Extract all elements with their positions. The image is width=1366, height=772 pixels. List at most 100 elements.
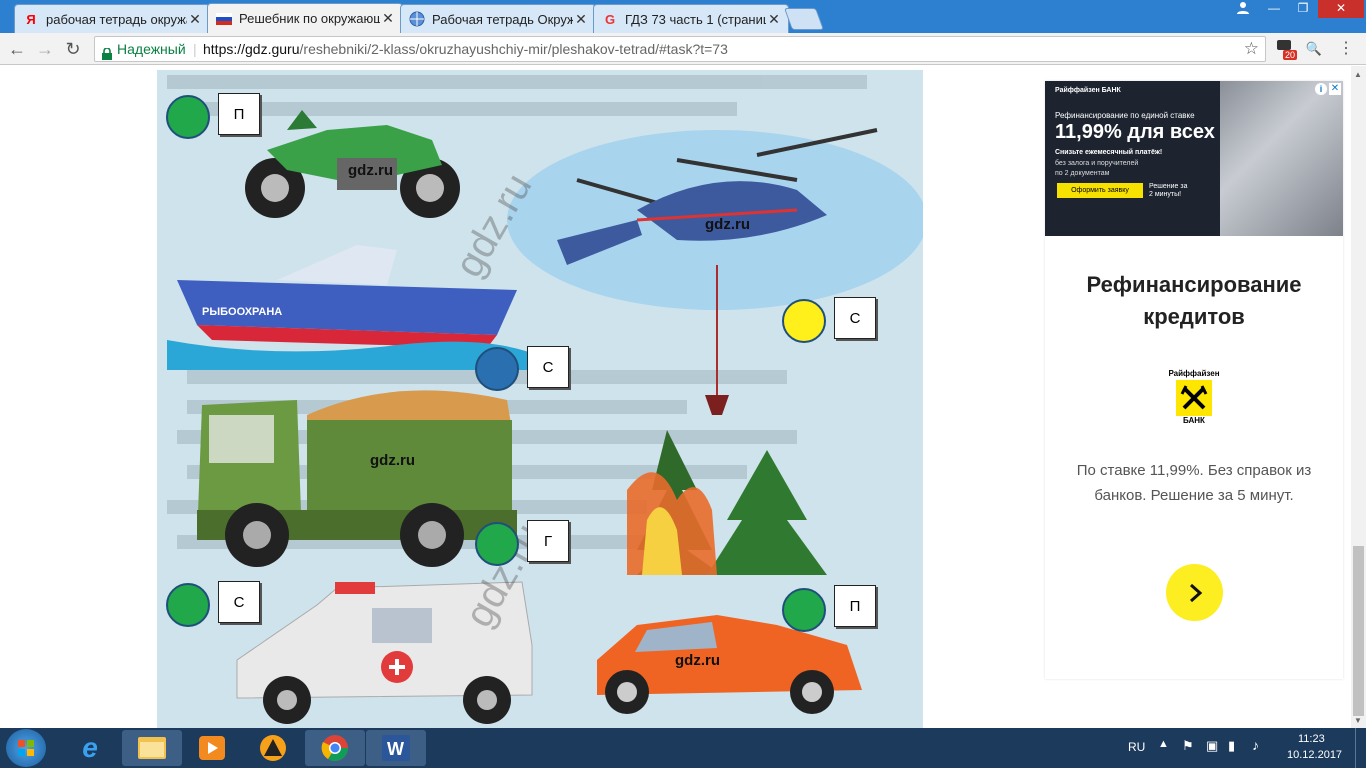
ad-description: По ставке 11,99%. Без справок из банков.… (1076, 462, 1312, 504)
lock-icon (102, 43, 112, 60)
extension-icon[interactable]: 20 (1274, 39, 1298, 60)
answer-dot-ambulance (166, 583, 210, 627)
browser-toolbar: ← → ↻ Надежный | https://gdz.guru/resheb… (0, 33, 1366, 65)
ad-next-button[interactable] (1166, 564, 1223, 621)
clock-time[interactable]: 11:23 (1298, 733, 1325, 745)
windows-start-icon[interactable] (6, 729, 46, 767)
back-arrow-icon[interactable]: ← (6, 38, 28, 60)
show-desktop-button[interactable] (1355, 728, 1366, 768)
new-tab-button[interactable] (783, 8, 825, 30)
media-player-icon[interactable] (182, 730, 242, 766)
avast-icon[interactable] (243, 730, 303, 766)
ad-title[interactable]: Рефинансирование кредитов (1045, 269, 1343, 333)
watermark-label: gdz.ru (348, 162, 393, 179)
tab-title: рабочая тетрадь окружа (46, 11, 187, 27)
chrome-icon[interactable] (305, 730, 365, 766)
close-tab-icon[interactable]: ✕ (573, 11, 589, 28)
watermark-label: gdz.ru (370, 452, 415, 469)
flag-icon[interactable]: ⚑ (1182, 738, 1194, 754)
watermark-label: gdz.ru (705, 216, 750, 233)
ad-banner-bullet: по 2 документам (1055, 170, 1110, 177)
clock-date[interactable]: 10.12.2017 (1287, 749, 1342, 761)
ad-banner-button[interactable]: Оформить заявку (1057, 183, 1143, 198)
answer-label-ambulance: С (218, 581, 260, 623)
tab-workbook[interactable]: Рабочая тетрадь Окруж ✕ (400, 4, 596, 33)
zoom-icon[interactable]: 🔍 (1304, 39, 1324, 59)
globe-icon (409, 11, 425, 27)
ad-banner-line1: Рефинансирование по единой ставке (1055, 111, 1195, 120)
ad-banner-rate: 11,99% для всех (1055, 121, 1215, 143)
answer-label-motorcycle: П (218, 93, 260, 135)
ru-flag-icon (216, 11, 232, 27)
tab-title: Рабочая тетрадь Окруж (432, 11, 573, 27)
forest-fire-illustration (627, 430, 827, 575)
answer-dot-truck (475, 522, 519, 566)
windows-taskbar: e W RU ▲ ⚑ ▣ ▮ ♪ 11:23 10.12.2017 (0, 728, 1366, 768)
word-icon[interactable]: W (366, 730, 426, 766)
close-icon[interactable]: ✕ (1329, 83, 1341, 95)
close-tab-icon[interactable]: ✕ (380, 10, 396, 27)
answer-label-truck: Г (527, 520, 569, 562)
ad-banner-bank: Райффайзен БАНК (1055, 87, 1121, 94)
watermark-label: gdz.ru (675, 652, 720, 669)
language-indicator[interactable]: RU (1128, 740, 1145, 754)
internet-explorer-icon[interactable]: e (60, 730, 120, 766)
car-illustration (597, 615, 862, 714)
scroll-up-icon[interactable]: ▲ (1354, 70, 1362, 79)
volume-icon[interactable]: ♪ (1252, 737, 1259, 753)
raiffeisen-emblem-icon (1176, 380, 1212, 416)
advertisement[interactable]: Райффайзен БАНК Рефинансирование по един… (1045, 81, 1343, 679)
tab-title: ГДЗ 73 часть 1 (страниц (625, 11, 766, 27)
svg-text:W: W (387, 739, 404, 759)
menu-icon[interactable]: ⋮ (1336, 39, 1356, 59)
answer-dot-motorcycle (166, 95, 210, 139)
maximize-button[interactable]: ❐ (1288, 0, 1318, 18)
omnibox-divider: | (193, 41, 197, 57)
answer-dot-car (782, 588, 826, 632)
tab-gdz-guru[interactable]: Решебник по окружающ ✕ (207, 3, 403, 33)
answer-dot-helicopter (782, 299, 826, 343)
window-close-button[interactable]: ✕ (1318, 0, 1364, 18)
yandex-icon: Я (26, 11, 36, 27)
scrollbar[interactable]: ▲ ▼ (1351, 66, 1366, 728)
ad-banner[interactable]: Райффайзен БАНК Рефинансирование по един… (1045, 81, 1343, 236)
ad-banner-bullet: без залога и поручителей (1055, 160, 1139, 167)
network-icon[interactable]: ▮ (1228, 738, 1235, 754)
boat-label: РЫБООХРАНА (202, 306, 282, 318)
answer-label-boat: С (527, 346, 569, 388)
close-tab-icon[interactable]: ✕ (766, 11, 782, 28)
answer-label-car: П (834, 585, 876, 627)
tab-yandex[interactable]: Я рабочая тетрадь окружа ✕ (14, 4, 210, 33)
ad-banner-line2: Снизьте ежемесячный платёж! (1055, 149, 1163, 156)
device-icon[interactable]: ▣ (1206, 738, 1218, 754)
browser-tab-strip: Я рабочая тетрадь окружа ✕ Решебник по о… (0, 0, 1366, 33)
close-tab-icon[interactable]: ✕ (187, 11, 203, 28)
ad-photo (1220, 81, 1343, 236)
scrollbar-thumb[interactable] (1353, 546, 1364, 716)
notification-badge: 20 (1283, 50, 1298, 60)
exercise-image: РЫБООХРАНА gdz.ru gdz.ru gdz.ru gdz.ru g… (157, 70, 923, 728)
file-explorer-icon[interactable] (122, 730, 182, 766)
forward-arrow-icon[interactable]: → (34, 38, 56, 60)
gdz-icon: G (604, 11, 616, 27)
bookmark-star-icon[interactable]: ☆ (1244, 37, 1259, 61)
logo-sub: БАНК (1183, 416, 1205, 425)
ad-banner-note: Решение за 2 минуты! (1149, 183, 1188, 198)
url-host: https://gdz.guru (203, 41, 300, 57)
secure-label: Надежный (117, 41, 186, 57)
reload-icon[interactable]: ↻ (62, 38, 84, 60)
minimize-button[interactable]: — (1259, 0, 1289, 18)
raiffeisen-logo: Райффайзен БАНК (1154, 369, 1234, 425)
tab-title: Решебник по окружающ (239, 11, 380, 26)
user-icon[interactable] (1230, 0, 1256, 18)
url-text[interactable]: https://gdz.guru/reshebniki/2-klass/okru… (203, 37, 728, 61)
scroll-down-icon[interactable]: ▼ (1354, 716, 1362, 725)
chevron-right-icon (1189, 583, 1202, 602)
logo-text: Райффайзен (1168, 369, 1220, 378)
info-icon[interactable]: i (1315, 83, 1327, 95)
tray-arrow-icon[interactable]: ▲ (1158, 738, 1169, 750)
address-bar[interactable]: Надежный | https://gdz.guru/reshebniki/2… (94, 36, 1266, 62)
tab-gdz-73[interactable]: G ГДЗ 73 часть 1 (страниц ✕ (593, 4, 789, 33)
answer-label-helicopter: С (834, 297, 876, 339)
answer-dot-boat (475, 347, 519, 391)
